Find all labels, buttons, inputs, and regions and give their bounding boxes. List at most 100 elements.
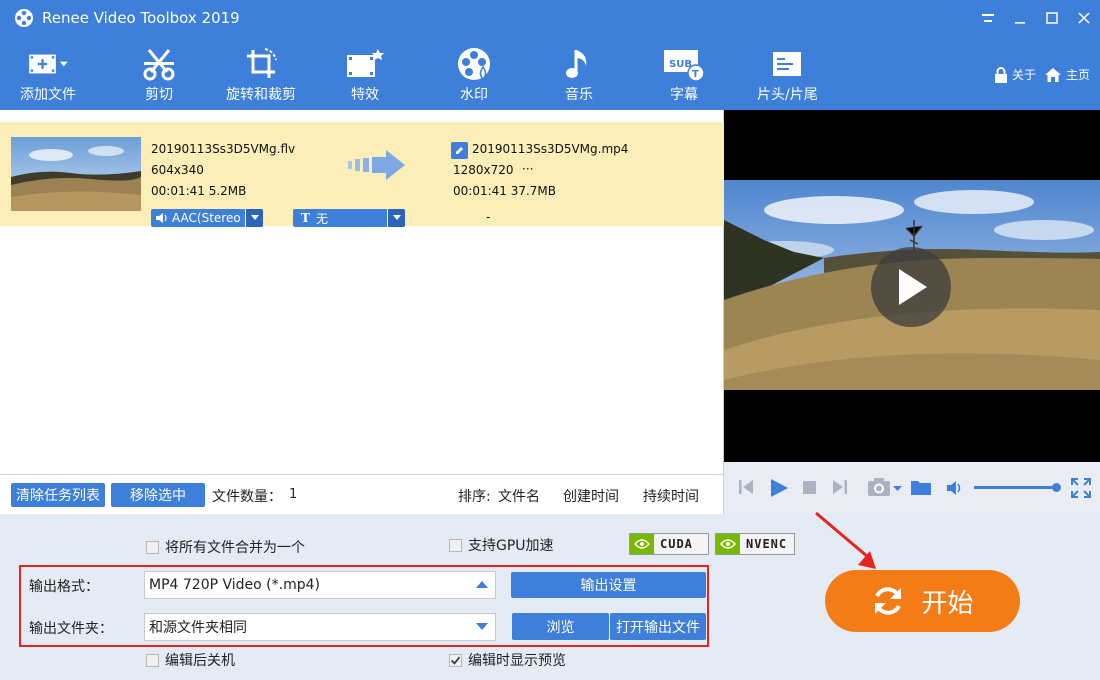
checkbox-box (449, 653, 462, 667)
sort-by-name[interactable]: 文件名 (498, 486, 540, 506)
source-resolution: 604x340 (151, 163, 204, 177)
rotate-crop-label: 旋转和裁剪 (226, 87, 296, 103)
output-format-select[interactable]: MP4 720P Video (*.mp4) (144, 571, 496, 599)
show-preview-checkbox[interactable]: 编辑时显示预览 (449, 650, 566, 670)
home-button[interactable]: 主页 (1044, 66, 1090, 83)
shutdown-after-checkbox[interactable]: 编辑后关机 (146, 650, 235, 670)
output-folder-value: 和源文件夹相同 (149, 620, 247, 636)
watermark-button[interactable]: 水印 (452, 36, 496, 110)
speaker-icon (156, 213, 167, 223)
maximize-icon[interactable] (1036, 0, 1068, 36)
gpu-acceleration-checkbox[interactable]: 支持GPU加速 (449, 535, 554, 555)
app-title: Renee Video Toolbox 2019 (42, 9, 240, 27)
output-folder-label: 输出文件夹： (29, 621, 113, 637)
previous-icon[interactable] (738, 478, 754, 496)
lock-icon (994, 66, 1007, 83)
output-panel: 将所有文件合并为一个 支持GPU加速 CUDA NVENC 输出格式： MP4 … (0, 511, 1100, 680)
remove-selected-button[interactable]: 移除选中 (111, 483, 205, 507)
gpu-acceleration-label: 支持GPU加速 (468, 538, 554, 554)
cuda-label: CUDA (660, 537, 693, 551)
red-arrow-icon (815, 511, 876, 569)
close-icon[interactable] (1068, 0, 1100, 36)
chevron-down-icon (245, 209, 263, 227)
browse-button[interactable]: 浏览 (512, 613, 609, 640)
volume-knob[interactable] (1052, 483, 1062, 492)
edit-icon[interactable] (451, 142, 468, 159)
music-note-icon (557, 46, 601, 82)
music-label: 音乐 (565, 87, 593, 103)
nvidia-icon (716, 534, 740, 554)
chevron-down-icon[interactable] (893, 486, 902, 492)
scissors-icon (137, 46, 181, 82)
chevron-down-icon (469, 623, 495, 631)
checkbox-box (146, 540, 159, 554)
effects-button[interactable]: 特效 (343, 36, 387, 110)
convert-arrow-icon (348, 150, 405, 180)
add-file-button[interactable]: 添加文件 (20, 36, 76, 110)
list-footer: 清除任务列表 移除选中 文件数量： 1 排序: 文件名 创建时间 持续时间 (0, 474, 724, 514)
output-folder-select[interactable]: 和源文件夹相同 (144, 613, 496, 641)
chevron-up-icon (469, 581, 495, 589)
stop-icon[interactable] (803, 481, 816, 494)
cut-button[interactable]: 剪切 (137, 36, 181, 110)
menu-icon[interactable] (972, 0, 1004, 36)
show-preview-label: 编辑时显示预览 (468, 653, 566, 669)
next-icon[interactable] (832, 478, 848, 496)
subtitle-dropdown[interactable]: T 无 (293, 209, 405, 227)
file-list: 20190113Ss3D5VMg.flv 604x340 00:01:41 5.… (0, 110, 724, 474)
subtitle-button[interactable]: SUB T 字幕 (662, 36, 706, 110)
effects-label: 特效 (351, 87, 379, 103)
output-settings-button[interactable]: 输出设置 (511, 572, 706, 598)
merge-files-label: 将所有文件合并为一个 (165, 540, 305, 556)
fullscreen-icon[interactable] (1071, 478, 1091, 498)
open-output-folder-button[interactable]: 打开输出文件 (610, 613, 706, 640)
nvenc-badge: NVENC (715, 533, 795, 555)
audio-track-dropdown[interactable]: AAC(Stereo 2 (151, 209, 263, 227)
refresh-icon (875, 587, 902, 615)
main-toolbar: 添加文件 剪切 旋转和裁剪 特效 水印 音乐 SUB T 字幕 片头/片尾 关于… (0, 36, 1100, 110)
app-logo-icon (15, 9, 33, 27)
output-format-value: MP4 720P Video (*.mp4) (149, 577, 320, 593)
cuda-badge: CUDA (629, 533, 709, 555)
clear-task-list-button[interactable]: 清除任务列表 (11, 483, 105, 507)
play-icon (899, 269, 927, 305)
svg-text:SUB: SUB (669, 59, 692, 70)
about-label: 关于 (1011, 68, 1036, 82)
source-duration-size: 00:01:41 5.2MB (151, 184, 247, 198)
intro-outro-icon (765, 46, 809, 82)
title-bar: Renee Video Toolbox 2019 (0, 0, 1100, 36)
about-button[interactable]: 关于 (994, 66, 1036, 83)
cut-label: 剪切 (145, 87, 173, 103)
intro-outro-button[interactable]: 片头/片尾 (757, 36, 818, 110)
video-preview[interactable] (724, 110, 1100, 462)
video-thumbnail (11, 137, 141, 211)
minimize-icon[interactable] (1004, 0, 1036, 36)
play-icon[interactable] (769, 478, 789, 498)
music-button[interactable]: 音乐 (557, 36, 601, 110)
svg-text:T: T (692, 69, 699, 80)
volume-fill (974, 486, 1057, 489)
sort-by-created[interactable]: 创建时间 (563, 486, 619, 506)
output-more-button[interactable]: ··· (522, 162, 533, 176)
sort-label: 排序: (458, 489, 491, 505)
merge-files-checkbox[interactable]: 将所有文件合并为一个 (146, 537, 305, 557)
play-overlay-button[interactable] (871, 247, 951, 327)
watermark-icon (452, 46, 496, 82)
camera-icon[interactable] (867, 476, 891, 498)
file-count-value: 1 (289, 487, 298, 502)
add-file-label: 添加文件 (20, 87, 76, 103)
subtitle-value: 无 (315, 211, 328, 226)
folder-icon[interactable] (910, 478, 932, 496)
volume-slider[interactable] (974, 483, 1062, 492)
start-button[interactable]: 开始 (825, 570, 1020, 632)
volume-icon[interactable] (946, 480, 964, 496)
text-t-icon: T (301, 211, 310, 225)
check-icon (450, 656, 461, 665)
subtitle-icon: SUB T (662, 46, 706, 82)
checkbox-box (449, 538, 462, 552)
rotate-crop-button[interactable]: 旋转和裁剪 (226, 36, 296, 110)
file-row[interactable]: 20190113Ss3D5VMg.flv 604x340 00:01:41 5.… (0, 122, 724, 227)
sort-by-duration[interactable]: 持续时间 (643, 486, 699, 506)
nvidia-icon (630, 534, 654, 554)
output-duration-size: 00:01:41 37.7MB (453, 184, 557, 198)
